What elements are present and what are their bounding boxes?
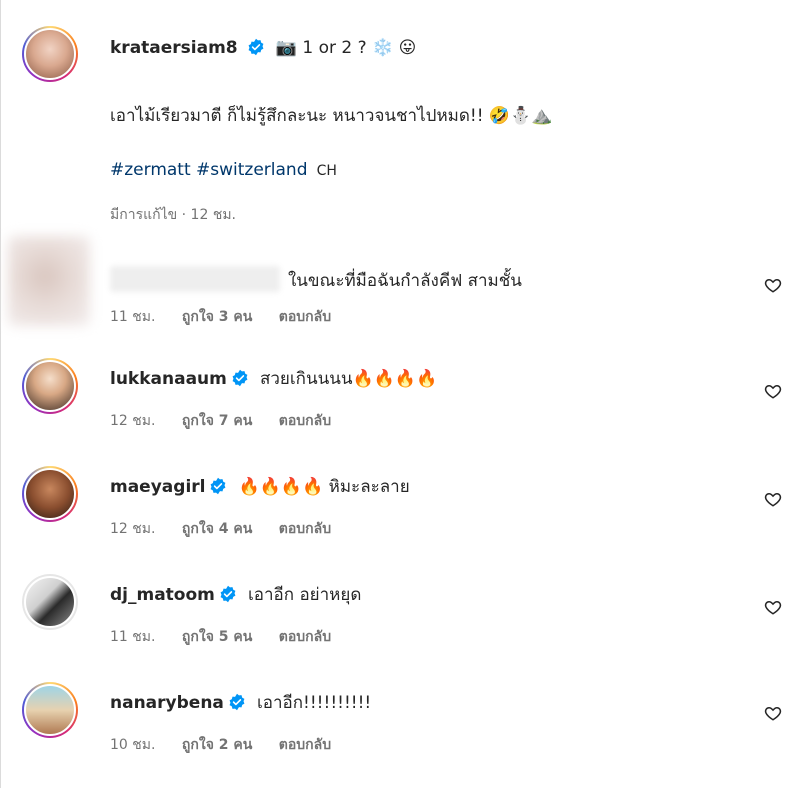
verified-badge-icon xyxy=(220,585,236,603)
comment-time: 12 ชม. xyxy=(110,521,156,537)
comment-username[interactable]: lukkanaaum xyxy=(110,369,227,389)
avatar-image xyxy=(24,468,76,520)
reply-button[interactable]: ตอบกลับ xyxy=(279,629,331,645)
verified-badge-icon xyxy=(229,693,245,711)
heart-icon[interactable] xyxy=(764,704,782,722)
comment-item: nanarybena เอาอีก!!!!!!!!!! 10 ชม. ถูกใจ… xyxy=(22,682,782,782)
verified-badge-icon xyxy=(248,38,264,56)
reply-button[interactable]: ตอบกลับ xyxy=(279,309,331,325)
comment-item: ในขณะที่มือฉันกำลังคีฟ สามชั้น 11 ชม. ถู… xyxy=(8,236,782,336)
heart-icon[interactable] xyxy=(764,598,782,616)
avatar-image xyxy=(24,28,76,80)
comment-text: ในขณะที่มือฉันกำลังคีฟ สามชั้น xyxy=(288,271,522,291)
comment-likes[interactable]: ถูกใจ 3 คน xyxy=(182,309,252,325)
comment-time: 11 ชม. xyxy=(110,629,156,645)
comment-likes[interactable]: ถูกใจ 4 คน xyxy=(182,521,252,537)
comment-username[interactable]: maeyagirl xyxy=(110,477,205,497)
reply-button[interactable]: ตอบกลับ xyxy=(279,737,331,753)
avatar[interactable] xyxy=(22,682,78,738)
verified-badge-icon xyxy=(211,477,226,495)
username-blurred xyxy=(110,266,280,292)
avatar-blurred xyxy=(8,236,90,326)
comment-text: เอาอีก!!!!!!!!!! xyxy=(256,693,372,713)
avatar[interactable] xyxy=(22,26,78,82)
caption-text: เอาไม้เรียวมาตี ก็ไม่รู้สึกละนะ หนาวจนชา… xyxy=(110,106,553,126)
avatar-image xyxy=(24,360,76,412)
comment-text: สวยเกินนนน🔥🔥🔥🔥 xyxy=(259,369,438,389)
avatar[interactable] xyxy=(22,574,78,630)
country-code: CH xyxy=(316,163,337,179)
avatar[interactable] xyxy=(22,358,78,414)
heart-icon[interactable] xyxy=(764,490,782,508)
comment-time: 10 ชม. xyxy=(110,737,156,753)
heart-icon[interactable] xyxy=(764,382,782,400)
reply-button[interactable]: ตอบกลับ xyxy=(279,521,331,537)
comment-item: maeyagirl 🔥🔥🔥🔥 หิมะละลาย 12 ชม. ถูกใจ 4 … xyxy=(22,466,782,566)
comment-likes[interactable]: ถูกใจ 7 คน xyxy=(182,413,252,429)
comment-likes[interactable]: ถูกใจ 2 คน xyxy=(182,737,252,753)
comment-text: 🔥🔥🔥🔥 หิมะละลาย xyxy=(238,477,410,497)
caption-head: 📷 1 or 2 ? ❄️ 😛 xyxy=(275,38,417,58)
comment-item: dj_matoom เอาอีก อย่าหยุด 11 ชม. ถูกใจ 5… xyxy=(22,574,782,674)
comment-time: 11 ชม. xyxy=(110,309,156,325)
comment-username[interactable]: nanarybena xyxy=(110,693,224,713)
avatar-image xyxy=(24,684,76,736)
heart-icon[interactable] xyxy=(764,276,782,294)
avatar-image xyxy=(24,576,76,628)
post-username[interactable]: krataersiam8 xyxy=(110,38,238,58)
comment-time: 12 ชม. xyxy=(110,413,156,429)
reply-button[interactable]: ตอบกลับ xyxy=(279,413,331,429)
comment-item: lukkanaaum สวยเกินนนน🔥🔥🔥🔥 12 ชม. ถูกใจ 7… xyxy=(22,358,782,458)
post-meta: มีการแก้ไข · 12 ชม. xyxy=(110,207,236,223)
avatar[interactable] xyxy=(22,466,78,522)
comment-username[interactable]: dj_matoom xyxy=(110,585,215,605)
verified-badge-icon xyxy=(232,369,248,387)
hashtag-links[interactable]: #zermatt #switzerland xyxy=(110,160,308,180)
comment-likes[interactable]: ถูกใจ 5 คน xyxy=(182,629,252,645)
panel-divider xyxy=(0,0,1,788)
comment-text: เอาอีก อย่าหยุด xyxy=(247,585,362,605)
